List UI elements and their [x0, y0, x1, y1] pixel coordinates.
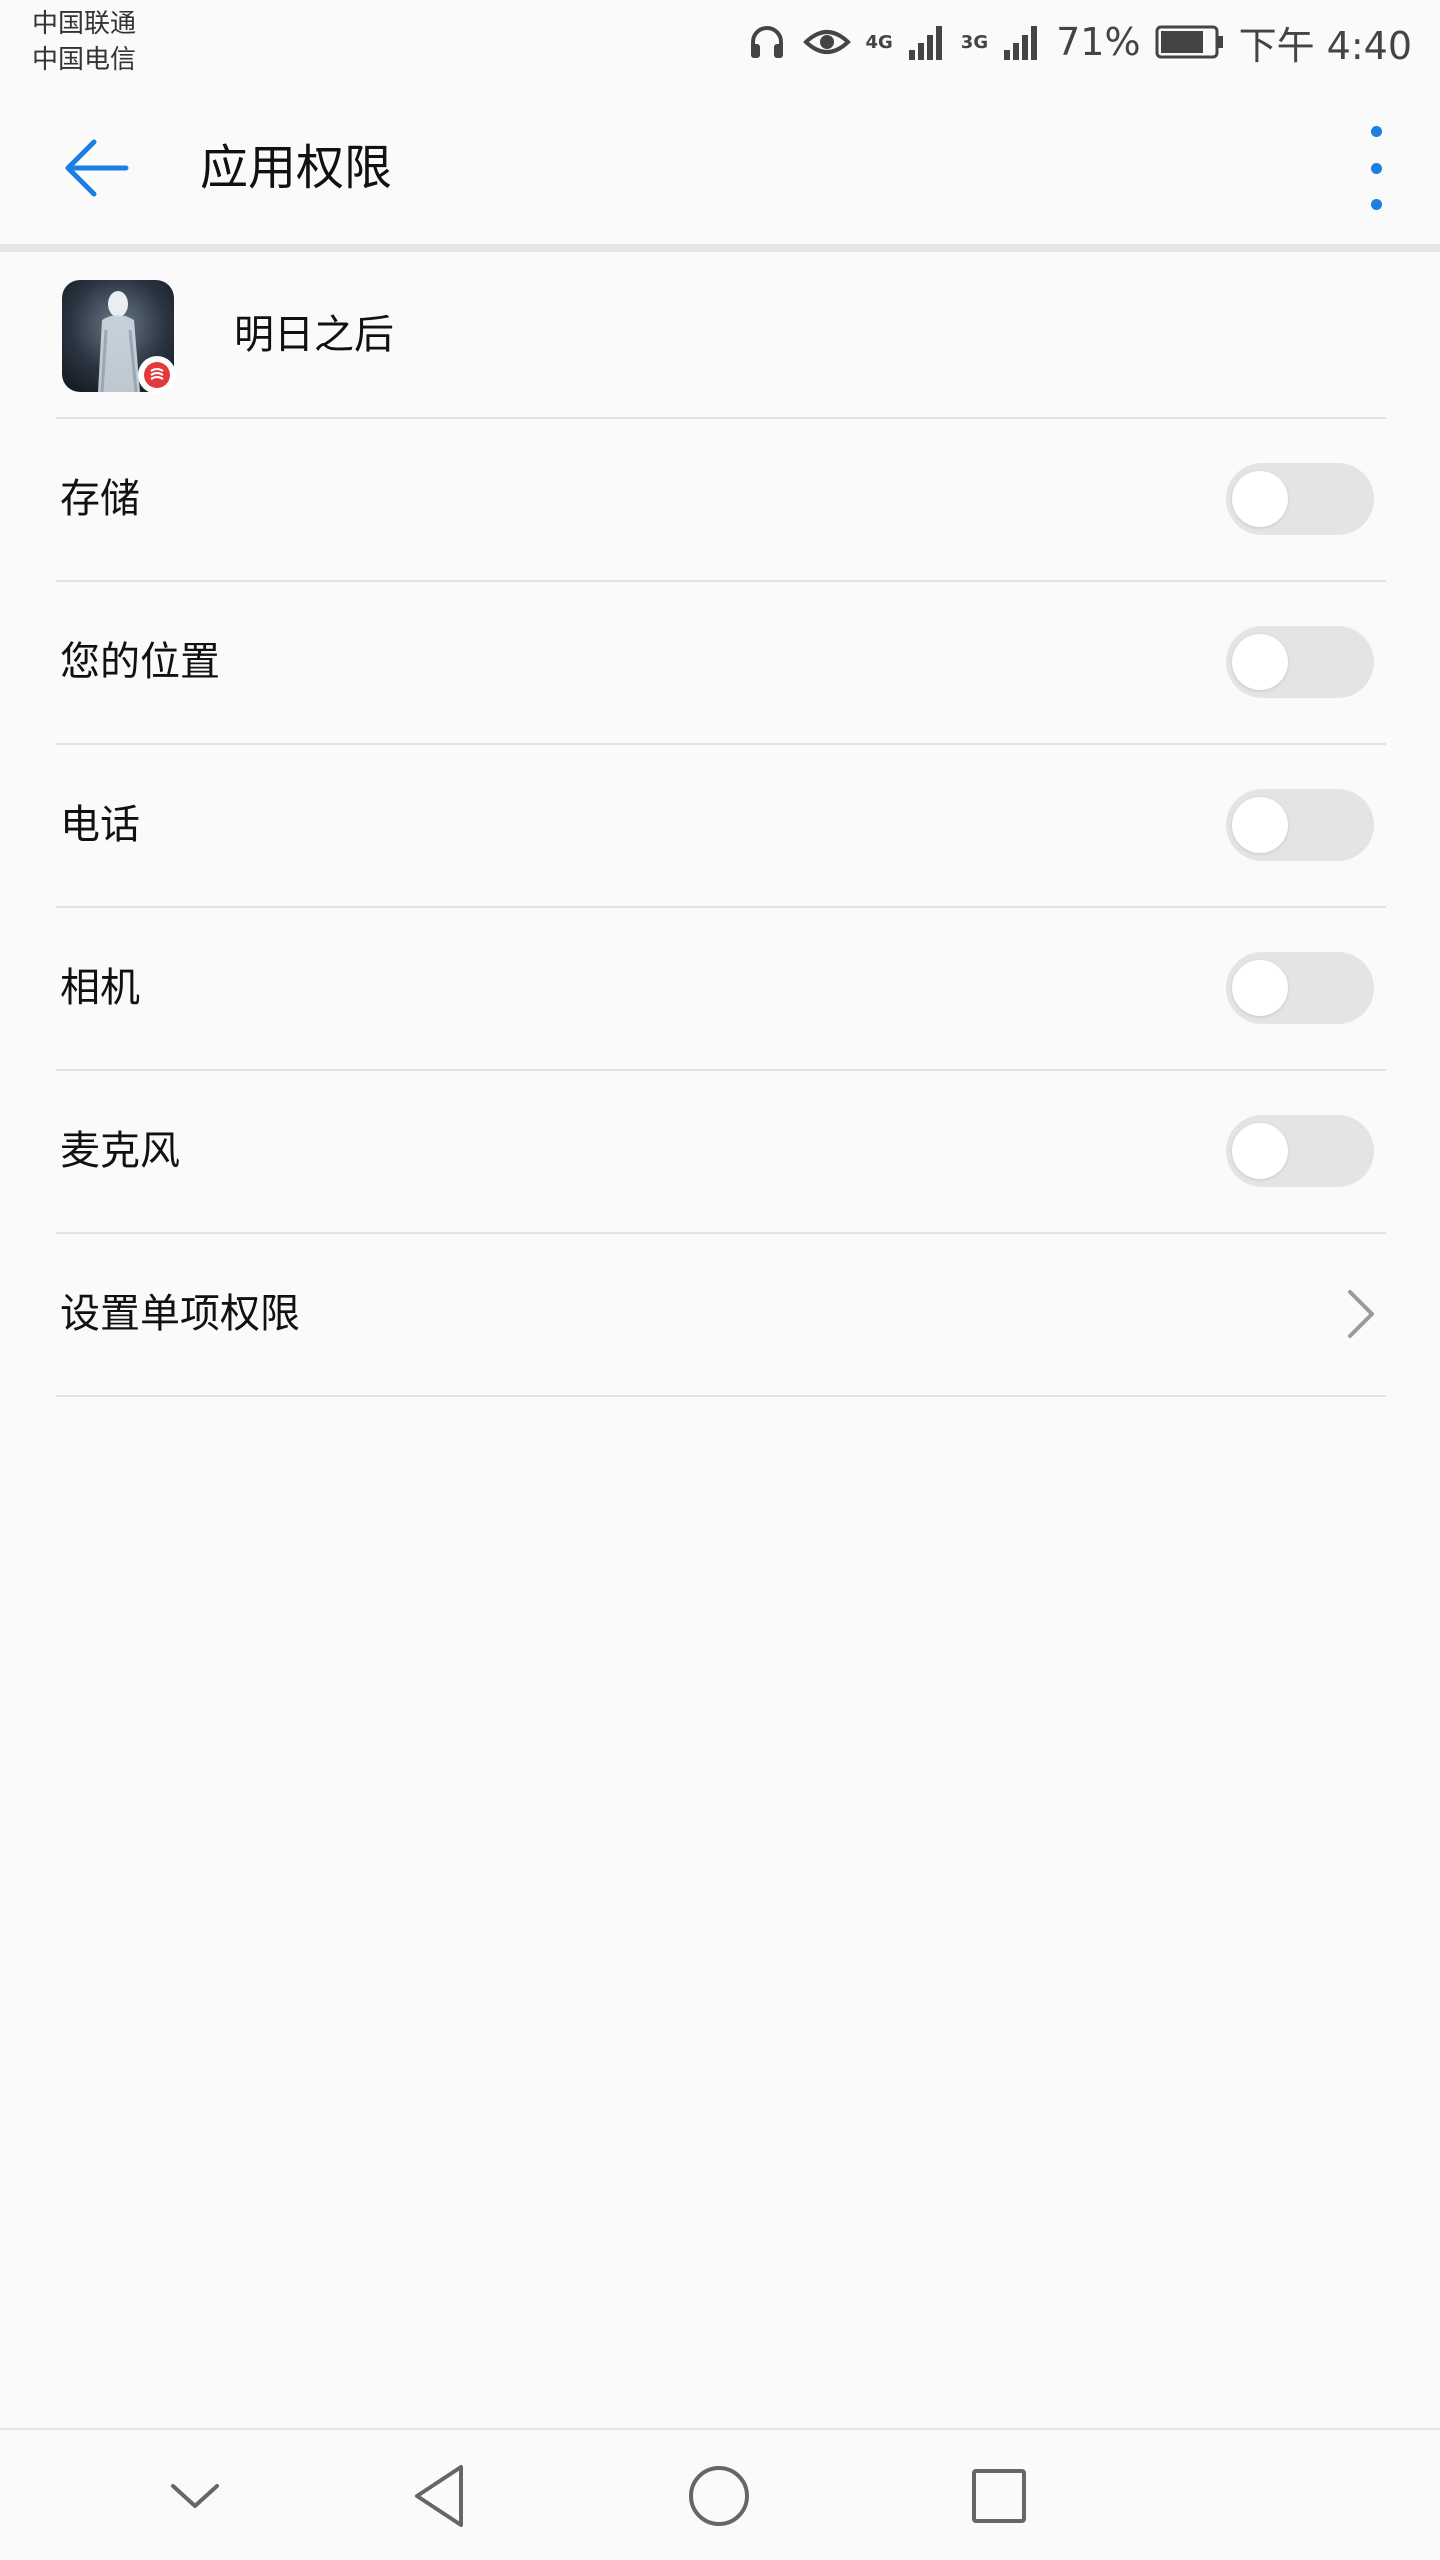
carrier-2: 中国电信 [32, 45, 137, 75]
app-name: 明日之后 [234, 312, 394, 358]
permission-row-storage[interactable]: 存储 [0, 419, 1440, 581]
network-label-2: 3G [960, 31, 989, 53]
permission-label: 存储 [60, 476, 140, 522]
single-permission-row[interactable]: 设置单项权限 [0, 1234, 1440, 1396]
permission-label: 电话 [60, 802, 140, 848]
battery-icon [1155, 24, 1225, 60]
storage-toggle[interactable] [1226, 463, 1374, 535]
back-triangle-icon [415, 2465, 463, 2527]
home-circle-icon [689, 2466, 749, 2526]
collapse-button[interactable] [150, 2456, 240, 2536]
app-badge-icon [138, 356, 176, 394]
recents-square-icon [972, 2469, 1026, 2523]
network-label-1: 4G [865, 31, 893, 53]
toggle-knob [1232, 797, 1288, 853]
collapse-icon [171, 2484, 219, 2508]
back-button[interactable] [52, 124, 140, 212]
navigation-bar [0, 2428, 1440, 2560]
more-vertical-icon-dot [1370, 162, 1382, 174]
nav-back-button[interactable] [396, 2456, 486, 2536]
permission-row-camera[interactable]: 相机 [0, 908, 1440, 1070]
carrier-info: 中国联通 中国电信 [32, 6, 136, 78]
recents-button[interactable] [954, 2456, 1044, 2536]
camera-toggle[interactable] [1226, 952, 1374, 1024]
permission-row-location[interactable]: 您的位置 [0, 582, 1440, 744]
toggle-knob [1232, 471, 1288, 527]
divider [56, 1395, 1386, 1397]
chevron-right-icon [1348, 1290, 1374, 1338]
home-button[interactable] [674, 2456, 764, 2536]
permission-label: 相机 [60, 965, 140, 1011]
microphone-toggle[interactable] [1226, 1115, 1374, 1187]
signal-icon [1002, 22, 1042, 62]
permission-label: 麦克风 [60, 1128, 180, 1174]
more-options-button[interactable] [1352, 126, 1400, 210]
battery-percent: 71% [1056, 20, 1141, 64]
more-vertical-icon-dot [1370, 199, 1382, 210]
app-info-row: 明日之后 [0, 252, 1440, 418]
header-divider [0, 244, 1440, 252]
permission-row-microphone[interactable]: 麦克风 [0, 1071, 1440, 1233]
toggle-knob [1232, 634, 1288, 690]
toggle-knob [1232, 960, 1288, 1016]
single-permission-label: 设置单项权限 [60, 1291, 300, 1337]
app-permissions-screen: 中国联通 中国电信 4G 3G 71% 下午 4:40 应用权限 明日之后 存储… [0, 0, 1440, 2560]
clock: 下午 4:40 [1238, 23, 1412, 68]
page-title: 应用权限 [200, 140, 393, 196]
eye-icon [803, 22, 852, 62]
more-vertical-icon-dot [1370, 126, 1382, 137]
back-arrow-icon [65, 139, 129, 197]
phone-toggle[interactable] [1226, 789, 1374, 861]
headset-icon [745, 20, 789, 64]
signal-icon [907, 22, 947, 62]
permission-label: 您的位置 [60, 639, 220, 685]
status-icons: 4G 3G 71% 下午 4:40 [745, 12, 1412, 72]
status-bar: 中国联通 中国电信 4G 3G 71% 下午 4:40 [0, 0, 1440, 84]
carrier-1: 中国联通 [32, 9, 137, 39]
toggle-knob [1232, 1123, 1288, 1179]
app-header: 应用权限 [0, 84, 1440, 244]
location-toggle[interactable] [1226, 626, 1374, 698]
permission-row-phone[interactable]: 电话 [0, 745, 1440, 907]
